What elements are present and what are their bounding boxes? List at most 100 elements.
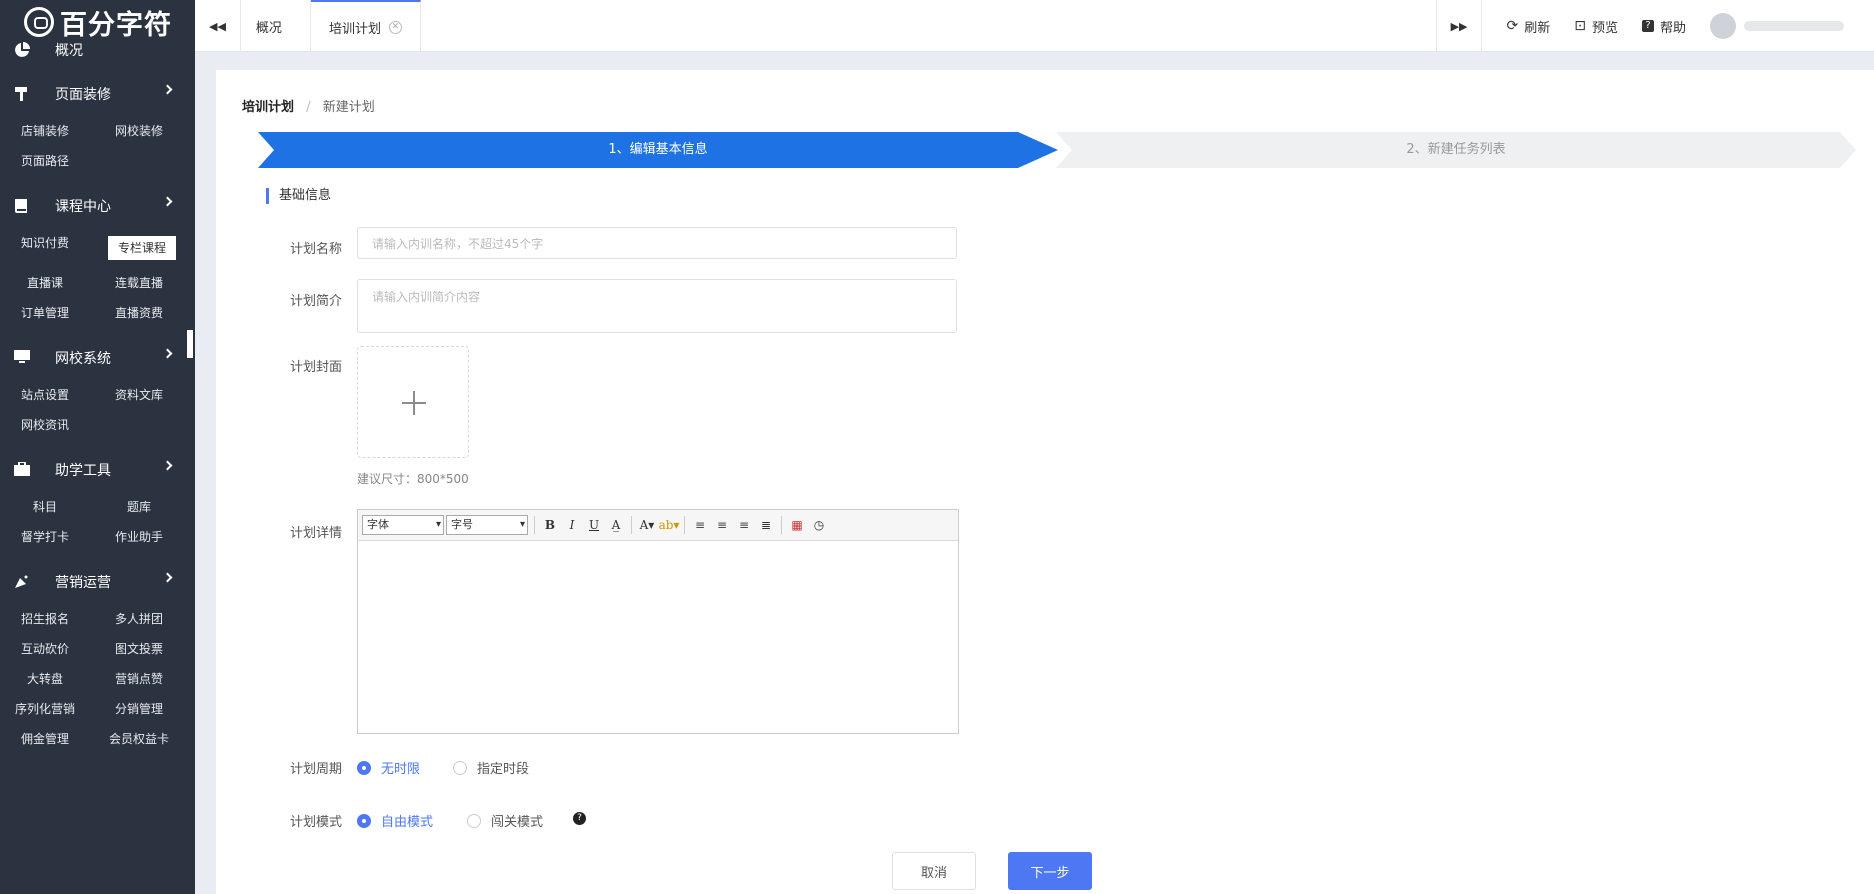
sidebar-item-live-fee[interactable]: 直播资费 <box>90 298 188 328</box>
tabs-prev-button[interactable]: ◀◀ <box>195 0 241 52</box>
breadcrumb-separator: / <box>306 100 311 115</box>
breadcrumb-root[interactable]: 培训计划 <box>242 100 294 115</box>
rich-text-editor[interactable]: 字体 字号 B I U A̲ A▾ ab▾ ≡ ≡ ≡ ≣ ▦ ◷ <box>357 509 959 734</box>
close-icon[interactable]: ✕ <box>388 20 402 34</box>
sidebar-marketing-title: 营销运营 <box>55 575 111 591</box>
toolbar-divider <box>781 516 782 534</box>
sidebar-item-site-settings[interactable]: 站点设置 <box>0 380 90 410</box>
sidebar-item-subject[interactable]: 科目 <box>0 492 90 522</box>
radio-unchecked-icon <box>453 760 467 775</box>
font-family-select[interactable]: 字体 <box>362 515 444 535</box>
plan-cover-label: 计划封面 <box>290 360 343 375</box>
sidebar-section-decor[interactable]: 页面装修 <box>0 72 195 116</box>
sidebar-item-commission[interactable]: 佣金管理 <box>0 724 90 754</box>
refresh-button[interactable]: ⟳ 刷新 <box>1506 17 1550 36</box>
mode-free-radio[interactable]: 自由模式 <box>357 811 433 830</box>
underline-icon[interactable]: U <box>583 518 605 532</box>
period-unlimited-label: 无时限 <box>381 762 421 777</box>
sidebar-item-homework[interactable]: 作业助手 <box>90 522 188 552</box>
align-justify-icon[interactable]: ≣ <box>755 518 777 532</box>
sidebar-item-knowledge-pay[interactable]: 知识付费 <box>0 228 90 258</box>
plan-detail-label: 计划详情 <box>290 526 343 541</box>
sidebar-item-member-card[interactable]: 会员权益卡 <box>90 724 188 754</box>
font-color-icon[interactable]: A▾ <box>636 518 658 532</box>
sidebar-item-checkin[interactable]: 督学打卡 <box>0 522 90 552</box>
editor-toolbar: 字体 字号 B I U A̲ A▾ ab▾ ≡ ≡ ≡ ≣ ▦ ◷ <box>358 510 958 541</box>
plan-name-input[interactable]: 请输入内训名称，不超过45个字 <box>357 227 957 259</box>
sidebar-section-course[interactable]: 课程中心 <box>0 184 195 228</box>
tab-training-plan[interactable]: 培训计划 ✕ <box>310 0 421 52</box>
sidebar-course-title: 课程中心 <box>55 199 111 215</box>
radio-checked-icon <box>357 760 371 775</box>
sidebar-overview-label: 概况 <box>55 43 83 59</box>
book-icon <box>14 198 32 214</box>
user-menu[interactable] <box>1710 13 1844 39</box>
font-size-select[interactable]: 字号 <box>446 515 528 535</box>
mode-levels-radio[interactable]: 闯关模式 <box>467 811 543 830</box>
chevron-right-icon <box>162 460 173 471</box>
preview-icon: ⊡ <box>1574 18 1586 34</box>
sidebar-item-live-course[interactable]: 直播课 <box>0 268 90 298</box>
sidebar-item-enrollment[interactable]: 招生报名 <box>0 604 90 634</box>
section-title: 基础信息 <box>266 188 331 204</box>
bold-icon[interactable]: B <box>539 518 561 532</box>
double-right-arrow-icon: ▶▶ <box>1450 19 1468 33</box>
sidebar-item-school-news[interactable]: 网校资讯 <box>0 410 90 440</box>
sidebar-item-distribution[interactable]: 分销管理 <box>90 694 188 724</box>
highlight-icon[interactable]: ab▾ <box>658 518 680 532</box>
clock-icon[interactable]: ◷ <box>808 518 830 532</box>
sidebar-item-overview[interactable]: 概况 <box>0 38 195 62</box>
sidebar-scrollbar[interactable] <box>187 330 193 358</box>
sidebar-item-serial-marketing[interactable]: 序列化营销 <box>0 694 90 724</box>
align-right-icon[interactable]: ≡ <box>733 518 755 532</box>
tab-training-plan-label: 培训计划 <box>328 21 381 37</box>
preview-button[interactable]: ⊡ 预览 <box>1574 17 1618 36</box>
sidebar-item-serial-live[interactable]: 连载直播 <box>90 268 188 298</box>
sidebar-school-list: 站点设置 资料文库 网校资讯 <box>0 380 195 440</box>
briefcase-icon <box>14 461 32 478</box>
tab-overview[interactable]: 概况 <box>241 0 311 52</box>
cancel-button[interactable]: 取消 <box>892 852 976 890</box>
cover-upload[interactable] <box>357 346 469 458</box>
sidebar-item-group-buy[interactable]: 多人拼团 <box>90 604 188 634</box>
toolbar-divider <box>684 516 685 534</box>
username-blurred <box>1744 21 1844 31</box>
megaphone-icon <box>14 574 32 590</box>
help-button[interactable]: ? 帮助 <box>1641 17 1686 36</box>
double-left-arrow-icon: ◀◀ <box>209 19 226 33</box>
question-icon[interactable]: ? <box>573 812 586 825</box>
sidebar-item-question-bank[interactable]: 题库 <box>90 492 188 522</box>
breadcrumb-current: 新建计划 <box>322 100 375 115</box>
sidebar-item-wheel[interactable]: 大转盘 <box>0 664 90 694</box>
sidebar-item-library[interactable]: 资料文库 <box>90 380 188 410</box>
period-unlimited-radio[interactable]: 无时限 <box>357 758 420 777</box>
sidebar-item-likes[interactable]: 营销点赞 <box>90 664 188 694</box>
logo-text: 百分字符 <box>60 9 172 41</box>
italic-icon[interactable]: I <box>561 518 583 532</box>
pig-logo-icon <box>24 7 54 37</box>
align-center-icon[interactable]: ≡ <box>711 518 733 532</box>
period-range-radio[interactable]: 指定时段 <box>453 758 529 777</box>
strike-box-icon[interactable]: A̲ <box>605 518 627 532</box>
chevron-right-icon <box>162 84 173 95</box>
sidebar-item-orders[interactable]: 订单管理 <box>0 298 90 328</box>
sidebar-section-tools[interactable]: 助学工具 <box>0 448 195 492</box>
sidebar-decor-list: 店铺装修 网校装修 页面路径 <box>0 116 195 176</box>
next-step-button[interactable]: 下一步 <box>1008 852 1092 890</box>
plan-intro-textarea[interactable]: 请输入内训简介内容 <box>357 279 957 333</box>
sidebar-item-column-course[interactable]: 专栏课程 <box>108 236 176 260</box>
help-label: 帮助 <box>1659 20 1686 36</box>
sidebar-item-shop-decor[interactable]: 店铺装修 <box>0 116 90 146</box>
sidebar-course-list: 知识付费 专栏课程 直播课 连载直播 订单管理 直播资费 <box>0 228 195 328</box>
sidebar-item-school-decor[interactable]: 网校装修 <box>90 116 188 146</box>
mode-free-label: 自由模式 <box>381 815 434 830</box>
sidebar-section-marketing[interactable]: 营销运营 <box>0 560 195 604</box>
align-left-icon[interactable]: ≡ <box>689 518 711 532</box>
sidebar-item-bargain[interactable]: 互动砍价 <box>0 634 90 664</box>
sidebar-tools-list: 科目 题库 督学打卡 作业助手 <box>0 492 195 552</box>
sidebar-item-page-path[interactable]: 页面路径 <box>0 146 90 176</box>
calendar-icon[interactable]: ▦ <box>786 518 808 532</box>
sidebar-item-vote[interactable]: 图文投票 <box>90 634 188 664</box>
tabs-next-button[interactable]: ▶▶ <box>1435 0 1483 52</box>
sidebar-section-school[interactable]: 网校系统 <box>0 336 195 380</box>
